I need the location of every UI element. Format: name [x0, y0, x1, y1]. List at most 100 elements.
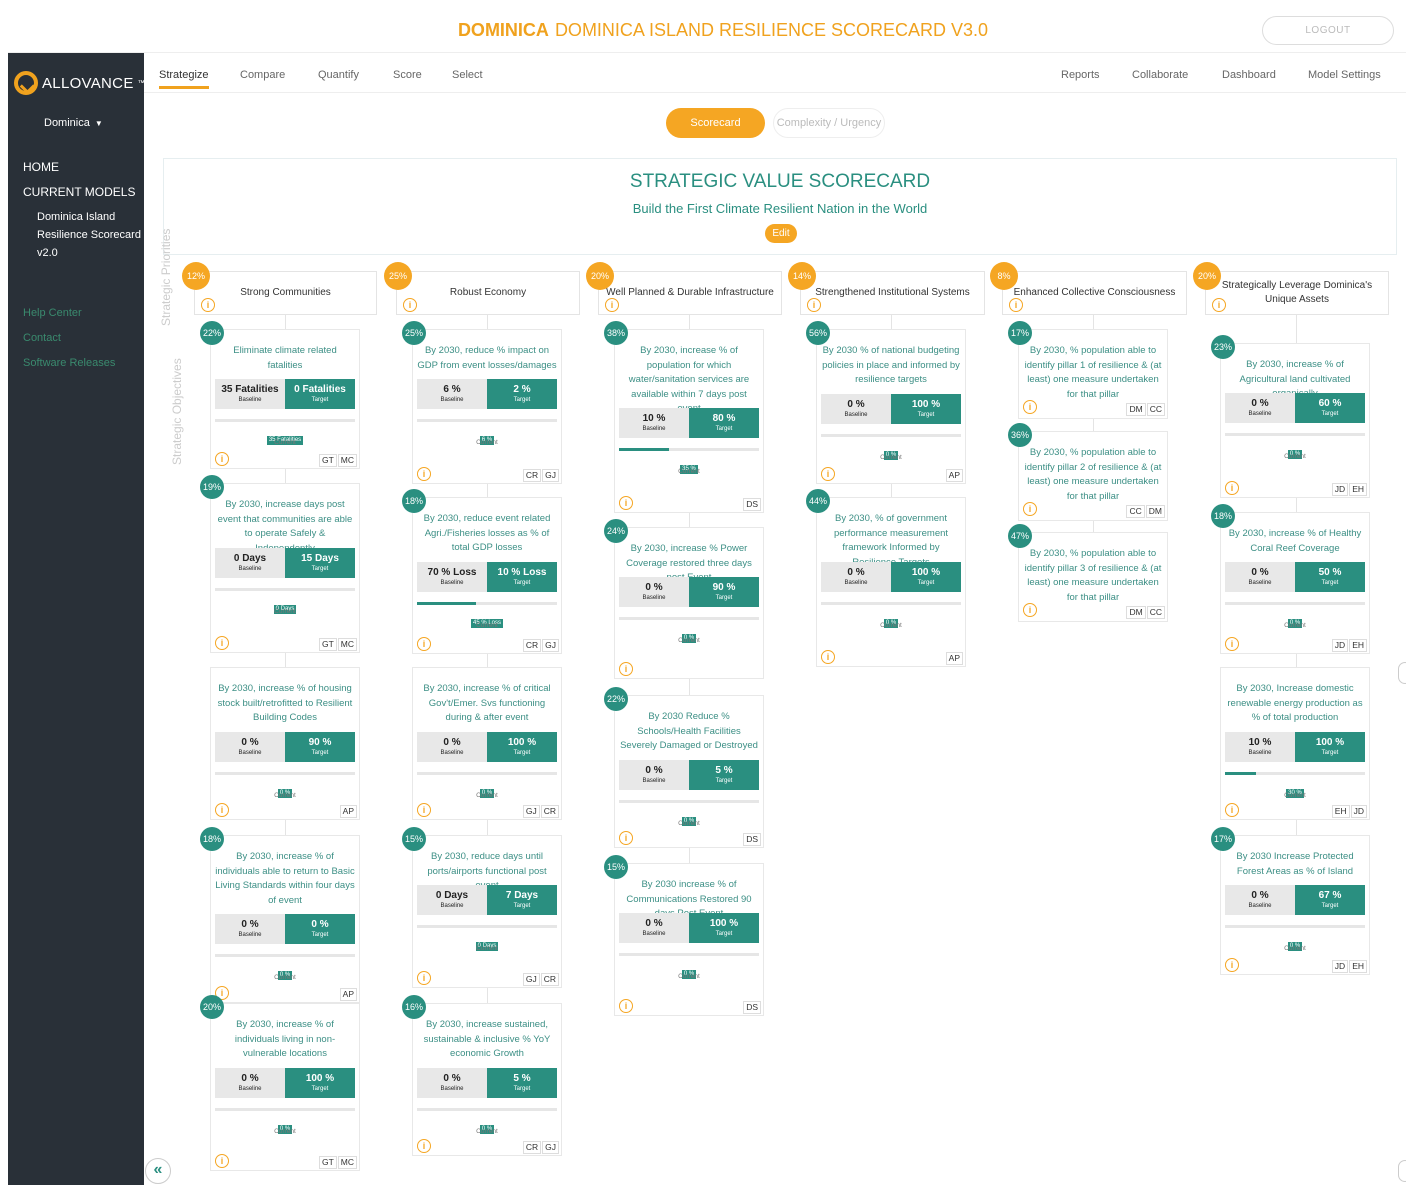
model-selector[interactable]: Dominica ▼: [44, 117, 103, 129]
objective-card[interactable]: By 2030, reduce event related Agri./Fish…: [412, 497, 562, 654]
info-icon[interactable]: i: [417, 637, 431, 651]
owner-badge[interactable]: DS: [743, 498, 761, 511]
owner-badge[interactable]: GT: [318, 1156, 337, 1169]
sidebar-software-releases[interactable]: Software Releases: [23, 357, 115, 369]
objective-card[interactable]: By 2030, % population able to identify p…: [1018, 532, 1168, 622]
target-box[interactable]: 90 % Target: [689, 577, 759, 607]
target-box[interactable]: 100 % Target: [891, 561, 961, 592]
target-box[interactable]: 100 % Target: [1295, 731, 1365, 762]
owner-badge[interactable]: CR: [522, 1141, 542, 1154]
owner-badge[interactable]: GT: [318, 638, 337, 651]
objective-card[interactable]: By 2030, increase sustained, sustainable…: [412, 1003, 562, 1156]
owner-badge[interactable]: DM: [1126, 403, 1146, 416]
objective-card[interactable]: By 2030, increase % of individuals able …: [210, 835, 360, 1003]
baseline-box[interactable]: 0 % Baseline: [1225, 393, 1295, 423]
pillar-card[interactable]: Strong Communities: [194, 271, 377, 315]
info-icon[interactable]: i: [403, 298, 417, 312]
nav-reports[interactable]: Reports: [1061, 69, 1100, 81]
baseline-box[interactable]: 0 Days Baseline: [417, 885, 487, 915]
info-icon[interactable]: i: [821, 650, 835, 664]
owner-badge[interactable]: JD: [1350, 805, 1367, 818]
sidebar-model-link[interactable]: Dominica Island Resilience Scorecard v2.…: [37, 208, 147, 262]
baseline-box[interactable]: 0 % Baseline: [215, 731, 285, 762]
owner-badge[interactable]: EH: [1349, 483, 1367, 496]
info-icon[interactable]: i: [1023, 502, 1037, 516]
nav-select[interactable]: Select: [452, 69, 483, 81]
target-box[interactable]: 10 % Loss Target: [487, 561, 557, 592]
objective-card[interactable]: By 2030, % population able to identify p…: [1018, 431, 1168, 521]
sidebar-home[interactable]: HOME: [23, 160, 59, 174]
owner-badge[interactable]: JD: [1331, 639, 1349, 652]
target-box[interactable]: 100 % Target: [689, 913, 759, 943]
nav-strategize[interactable]: Strategize: [159, 69, 209, 89]
baseline-box[interactable]: 0 Days Baseline: [215, 547, 285, 578]
info-icon[interactable]: i: [605, 298, 619, 312]
baseline-box[interactable]: 0 % Baseline: [619, 577, 689, 607]
objective-card[interactable]: By 2030, increase % of population for wh…: [614, 329, 764, 513]
objective-card[interactable]: By 2030 Reduce % Schools/Health Faciliti…: [614, 695, 764, 848]
objective-card[interactable]: By 2030, % of government performance mea…: [816, 497, 966, 667]
baseline-box[interactable]: 0 % Baseline: [215, 914, 285, 944]
objective-card[interactable]: By 2030, increase % Power Coverage resto…: [614, 527, 764, 679]
baseline-box[interactable]: 35 Fatalities Baseline: [215, 379, 285, 409]
target-box[interactable]: 60 % Target: [1295, 393, 1365, 423]
nav-model-settings[interactable]: Model Settings: [1308, 69, 1381, 81]
info-icon[interactable]: i: [215, 636, 229, 650]
info-icon[interactable]: i: [619, 831, 633, 845]
owner-badge[interactable]: DS: [743, 1001, 761, 1014]
info-icon[interactable]: i: [619, 496, 633, 510]
objective-card[interactable]: By 2030, % population able to identify p…: [1018, 329, 1168, 419]
baseline-box[interactable]: 0 % Baseline: [417, 1067, 487, 1098]
target-box[interactable]: 5 % Target: [487, 1067, 557, 1098]
info-icon[interactable]: i: [1009, 298, 1023, 312]
target-box[interactable]: 0 % Target: [285, 914, 355, 944]
owner-badge[interactable]: MC: [337, 638, 357, 651]
baseline-box[interactable]: 0 % Baseline: [215, 1067, 285, 1098]
info-icon[interactable]: i: [1225, 637, 1239, 651]
nav-quantify[interactable]: Quantify: [318, 69, 359, 81]
complexity-urgency-toggle[interactable]: Complexity / Urgency: [773, 108, 885, 138]
target-box[interactable]: 100 % Target: [487, 731, 557, 762]
info-icon[interactable]: i: [417, 971, 431, 985]
owner-badge[interactable]: CC: [1146, 403, 1165, 416]
owner-badge[interactable]: CR: [540, 805, 559, 818]
owner-badge[interactable]: CC: [1126, 505, 1145, 518]
owner-badge[interactable]: AP: [945, 652, 963, 665]
owner-badge[interactable]: EH: [1331, 805, 1350, 818]
owner-badge[interactable]: AP: [339, 988, 357, 1001]
info-icon[interactable]: i: [215, 1154, 229, 1168]
objective-card[interactable]: By 2030, increase % of critical Gov't/Em…: [412, 667, 562, 820]
logout-button[interactable]: LOGOUT: [1262, 16, 1394, 45]
nav-compare[interactable]: Compare: [240, 69, 285, 81]
baseline-box[interactable]: 0 % Baseline: [1225, 885, 1295, 915]
pillar-card[interactable]: Well Planned & Durable Infrastructure: [598, 271, 782, 315]
sidebar-contact[interactable]: Contact: [23, 332, 61, 344]
edit-button[interactable]: Edit: [765, 224, 797, 243]
target-box[interactable]: 50 % Target: [1295, 562, 1365, 592]
target-box[interactable]: 80 % Target: [689, 408, 759, 438]
info-icon[interactable]: i: [417, 803, 431, 817]
objective-card[interactable]: By 2030, reduce days until ports/airport…: [412, 835, 562, 988]
owner-badge[interactable]: GJ: [542, 639, 559, 652]
pillar-card[interactable]: Robust Economy: [396, 271, 580, 315]
info-icon[interactable]: i: [1225, 803, 1239, 817]
info-icon[interactable]: i: [1212, 298, 1226, 312]
pillar-card[interactable]: Strategically Leverage Dominica's Unique…: [1205, 271, 1389, 315]
objective-card[interactable]: By 2030, increase % of Agricultural land…: [1220, 343, 1370, 498]
baseline-box[interactable]: 0 % Baseline: [619, 759, 689, 790]
objective-card[interactable]: By 2030, increase % of individuals livin…: [210, 1003, 360, 1171]
sidebar-current-models[interactable]: CURRENT MODELS: [23, 185, 135, 199]
objective-card[interactable]: By 2030, reduce % impact on GDP from eve…: [412, 329, 562, 484]
nav-score[interactable]: Score: [393, 69, 422, 81]
owner-badge[interactable]: CR: [540, 973, 559, 986]
owner-badge[interactable]: MC: [337, 1156, 357, 1169]
info-icon[interactable]: i: [1225, 958, 1239, 972]
owner-badge[interactable]: MC: [337, 454, 357, 467]
owner-badge[interactable]: AP: [339, 805, 357, 818]
owner-badge[interactable]: DM: [1126, 606, 1146, 619]
owner-badge[interactable]: GJ: [522, 973, 540, 986]
owner-badge[interactable]: GT: [318, 454, 337, 467]
target-box[interactable]: 7 Days Target: [487, 885, 557, 915]
objective-card[interactable]: Eliminate climate related fatalities 35 F…: [210, 329, 360, 469]
target-box[interactable]: 67 % Target: [1295, 885, 1365, 915]
